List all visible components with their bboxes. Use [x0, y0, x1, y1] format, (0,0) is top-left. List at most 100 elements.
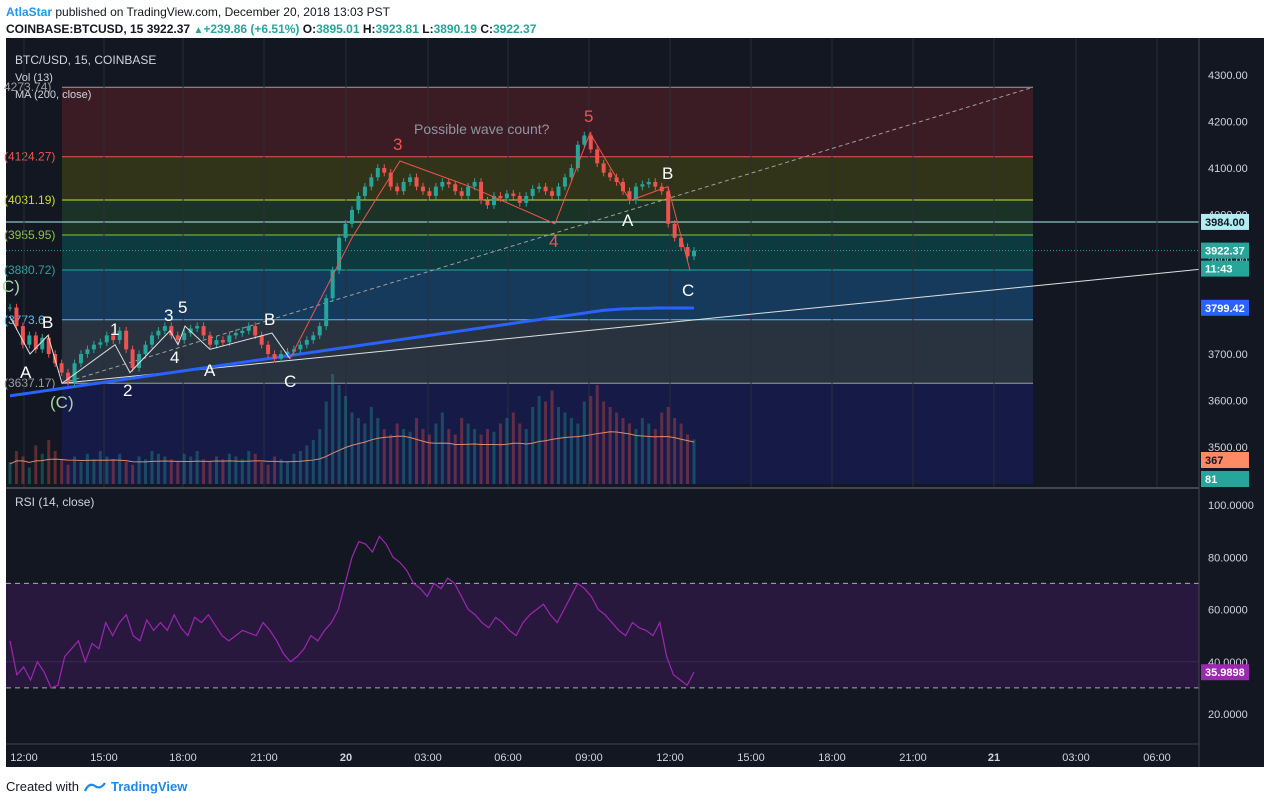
volume-bar — [298, 451, 302, 484]
wave-label: 3 — [393, 135, 402, 154]
fib-level-label: (4124.27) — [4, 150, 55, 164]
volume-bar — [421, 429, 425, 484]
wave-label: A — [20, 363, 32, 382]
fib-band — [62, 234, 1033, 270]
wave-label: B — [662, 164, 673, 183]
candle-body — [156, 330, 161, 336]
candle-body — [433, 186, 438, 196]
volume-bar — [131, 464, 135, 484]
volume-bar — [92, 459, 96, 484]
candle-body — [246, 326, 251, 331]
price-tick: 4100.00 — [1208, 163, 1248, 175]
volume-bar — [511, 412, 515, 484]
volume-bar — [550, 390, 554, 484]
volume-bar — [240, 459, 244, 484]
volume-bar — [14, 451, 18, 484]
candle-body — [543, 186, 548, 192]
candle-body — [162, 326, 167, 331]
candle-body — [175, 335, 180, 341]
candle-body — [569, 168, 574, 178]
wave-label: (C) — [50, 393, 74, 412]
price-tick: 4300.00 — [1208, 70, 1248, 82]
volume-bar — [118, 453, 122, 484]
price-tag-text: 35.9898 — [1205, 667, 1245, 679]
candle-body — [220, 340, 225, 343]
volume-bar — [473, 429, 477, 484]
chart-canvas[interactable]: 4273.74)(4124.27)(4031.19)(3955.95)(3880… — [0, 0, 1264, 805]
volume-bar — [408, 431, 412, 484]
volume-bar — [460, 418, 464, 484]
rsi-tick: 60.0000 — [1208, 605, 1248, 617]
volume-bar — [47, 440, 51, 484]
time-tick: 15:00 — [737, 752, 765, 764]
candle-body — [459, 191, 464, 196]
price-tick: 3600.00 — [1208, 396, 1248, 408]
volume-bar — [531, 407, 535, 484]
candle-body — [395, 186, 400, 192]
price-tag-text: 3984.00 — [1205, 217, 1245, 229]
candle-body — [653, 181, 658, 187]
candle-body — [311, 335, 316, 341]
volume-bar — [266, 464, 270, 484]
candle-body — [182, 333, 187, 341]
time-tick: 21:00 — [250, 752, 278, 764]
candle-body — [356, 195, 361, 210]
time-tick: 12:00 — [10, 752, 38, 764]
volume-bar — [453, 434, 457, 484]
volume-bar — [615, 412, 619, 484]
candle-body — [530, 188, 535, 196]
volume-bar — [679, 423, 683, 484]
fib-band — [62, 383, 1033, 484]
volume-bar — [124, 462, 128, 484]
candle-body — [666, 191, 671, 224]
legend-rsi: RSI (14, close) — [15, 495, 94, 509]
candle-body — [382, 168, 387, 173]
volume-bar — [98, 451, 102, 484]
wave-label: C — [284, 372, 296, 391]
wave-label: A — [204, 361, 216, 380]
candle-body — [233, 333, 238, 336]
volume-bar — [369, 407, 373, 484]
volume-bar — [395, 423, 399, 484]
volume-bar — [415, 418, 419, 484]
candle-body — [498, 195, 503, 199]
volume-bar — [292, 453, 296, 484]
volume-bar — [402, 429, 406, 484]
candle-body — [504, 193, 509, 199]
volume-bar — [53, 451, 57, 484]
volume-bar — [189, 456, 193, 484]
candle-body — [201, 326, 206, 336]
volume-bar — [602, 401, 606, 484]
volume-bar — [60, 459, 64, 484]
candle-body — [672, 223, 677, 238]
volume-bar — [150, 451, 154, 484]
price-tag-text: 367 — [1205, 455, 1223, 467]
volume-bar — [518, 423, 522, 484]
volume-bar — [27, 467, 31, 484]
footer-brand[interactable]: TradingView — [111, 779, 187, 794]
time-tick: 12:00 — [656, 752, 684, 764]
candle-body — [20, 326, 25, 345]
volume-bar — [79, 462, 83, 484]
candle-body — [14, 307, 19, 327]
volume-bar — [34, 445, 38, 484]
candle-body — [556, 186, 561, 196]
volume-bar — [427, 434, 431, 484]
volume-bar — [434, 423, 438, 484]
candle-body — [8, 307, 12, 309]
wave-label: C — [682, 281, 694, 300]
tradingview-logo-icon — [83, 781, 106, 791]
wave-label: 4 — [170, 348, 179, 367]
wave-label: 5 — [178, 298, 187, 317]
wave-label: B — [42, 313, 53, 332]
volume-bar — [182, 453, 186, 484]
volume-bar — [356, 418, 360, 484]
volume-bar — [279, 459, 283, 484]
candle-body — [259, 335, 264, 345]
volume-bar — [589, 396, 593, 484]
candle-body — [104, 335, 109, 343]
rsi-band-fill — [6, 583, 1199, 688]
volume-bar — [273, 456, 277, 484]
candle-body — [640, 184, 645, 187]
annotation-note: Possible wave count? — [414, 121, 550, 137]
